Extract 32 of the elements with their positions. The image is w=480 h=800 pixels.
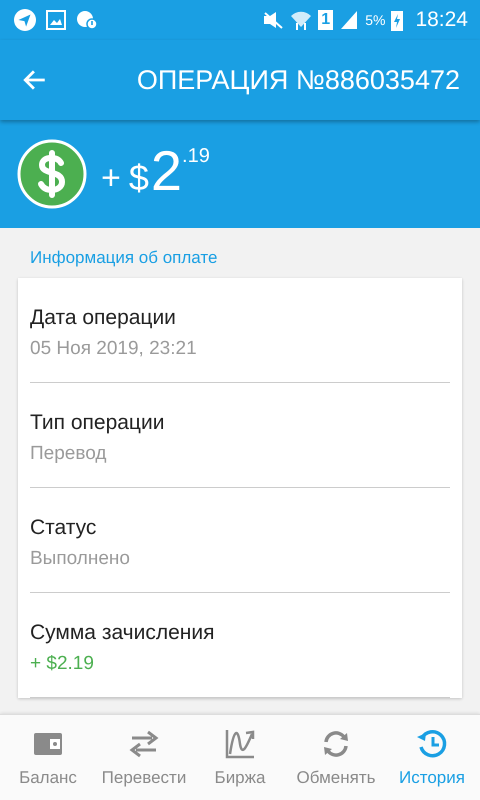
field-value: Перевод <box>30 443 108 465</box>
alert-icon <box>76 10 98 30</box>
dollar-icon <box>17 139 87 209</box>
field-label: Тип операции <box>30 411 166 435</box>
field-label: Сумма зачисления <box>30 621 216 645</box>
nav-tab[interactable]: Баланс <box>0 715 96 800</box>
field-label: Дата операции <box>30 306 177 330</box>
amount-value: 2 <box>150 141 182 201</box>
signal-icon <box>339 10 360 30</box>
battery-level: 5% <box>365 12 386 28</box>
currency-symbol: $ <box>128 157 149 199</box>
amount-cents: .19 <box>182 145 210 168</box>
field-label: Статус <box>30 516 98 540</box>
history-icon <box>416 728 448 760</box>
section-title: Информация об оплате <box>29 247 218 269</box>
wifi-icon <box>290 9 312 31</box>
nav-tab[interactable]: Биржа <box>192 715 288 800</box>
clock: 18:24 <box>415 8 468 32</box>
mute-icon <box>262 10 284 30</box>
chart-icon <box>224 728 256 760</box>
amount-sign: + <box>101 159 121 198</box>
send-icon <box>14 9 36 31</box>
sim-indicator: 1 <box>318 10 334 30</box>
field-value: 05 Ноя 2019, 23:21 <box>30 338 198 360</box>
battery-icon <box>391 9 404 31</box>
field-value: + $2.19 <box>30 653 95 675</box>
nav-tab[interactable]: Перевести <box>96 715 192 800</box>
field-value: Выполнено <box>30 548 131 570</box>
screen-title: ОПЕРАЦИЯ №886035472 <box>136 64 460 96</box>
image-icon <box>46 10 66 30</box>
nav-tab[interactable]: История <box>384 715 480 800</box>
nav-tab[interactable]: Обменять <box>288 715 384 800</box>
